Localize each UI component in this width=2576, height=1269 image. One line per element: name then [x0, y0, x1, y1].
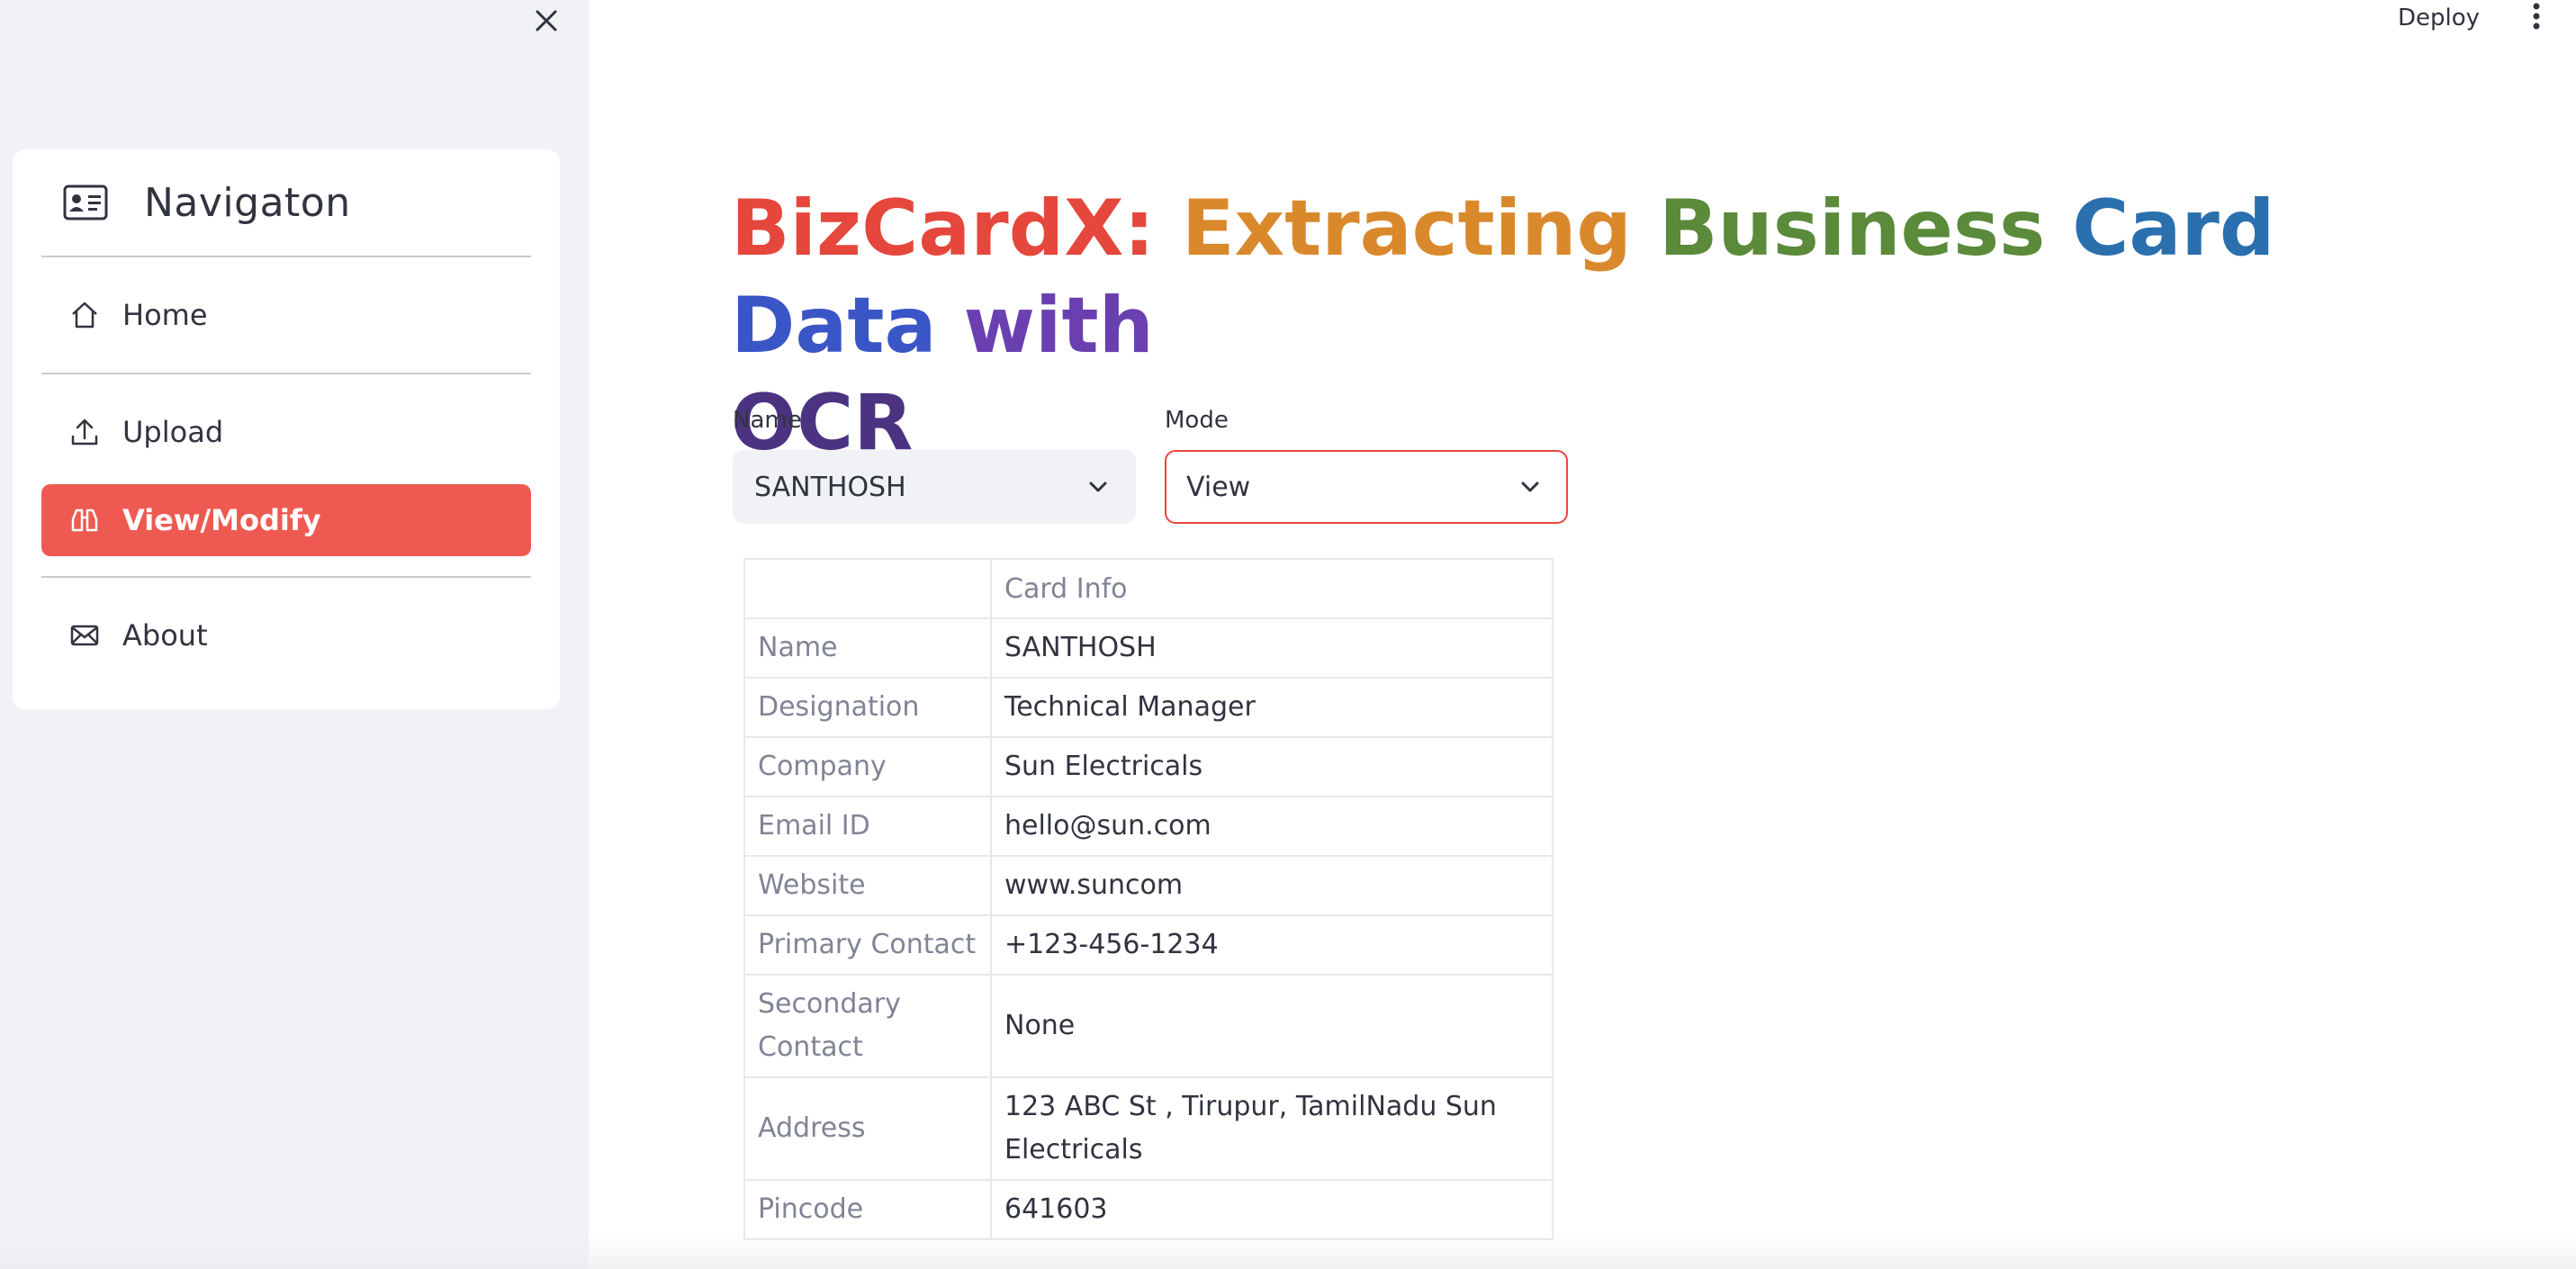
table-row: Website www.suncom [743, 855, 1554, 916]
name-select[interactable]: SANTHOSH [733, 450, 1136, 524]
table-row: Company Sun Electricals [743, 736, 1554, 797]
title-part: BizCardX: [731, 184, 1155, 274]
name-select-label: Name [733, 407, 802, 434]
more-vertical-icon [2533, 3, 2540, 30]
row-key: Name [743, 617, 992, 679]
table-row: Pincode 641603 [743, 1179, 1554, 1240]
title-part: Data [731, 281, 937, 371]
nav-title: Navigaton [144, 179, 351, 226]
chevron-down-icon [1089, 482, 1107, 492]
row-value: None [990, 974, 1554, 1078]
row-key: Website [743, 855, 992, 916]
row-value: 641603 [990, 1179, 1554, 1240]
table-row: Name SANTHOSH [743, 617, 1554, 679]
id-card-icon [63, 184, 108, 220]
row-value: Sun Electricals [990, 736, 1554, 797]
card-info-table: Card Info Name SANTHOSH Designation Tech… [743, 558, 1554, 1240]
page-title: BizCardX: Extracting Business Card Data … [731, 180, 2351, 472]
row-value: hello@sun.com [990, 796, 1554, 857]
envelope-icon [67, 617, 103, 653]
title-part: with [963, 281, 1154, 371]
row-key: Primary Contact [743, 914, 992, 976]
navigation-menu: Navigaton Home Upload View/Modify About [13, 149, 560, 709]
table-row: Email ID hello@sun.com [743, 796, 1554, 857]
row-key: Designation [743, 677, 992, 738]
close-icon [536, 10, 557, 32]
close-sidebar-button[interactable] [529, 4, 563, 38]
table-row: Designation Technical Manager [743, 677, 1554, 738]
nav-item-view-modify[interactable]: View/Modify [41, 484, 531, 556]
table-row: Primary Contact +123-456-1234 [743, 914, 1554, 976]
nav-item-label: View/Modify [122, 503, 321, 537]
binoculars-icon [67, 502, 103, 538]
row-value: SANTHOSH [990, 617, 1554, 679]
name-select-value: SANTHOSH [754, 471, 906, 503]
row-value: Technical Manager [990, 677, 1554, 738]
row-key: Company [743, 736, 992, 797]
title-part: Card [2072, 184, 2275, 274]
row-key: Address [743, 1076, 992, 1181]
sidebar: Navigaton Home Upload View/Modify About [0, 0, 589, 1269]
mode-select-value: View [1186, 471, 1251, 503]
nav-item-label: Upload [122, 415, 224, 449]
nav-item-upload[interactable]: Upload [41, 396, 531, 468]
table-row: Secondary Contact None [743, 974, 1554, 1078]
nav-divider [41, 373, 531, 374]
app-root: Navigaton Home Upload View/Modify About … [0, 0, 2576, 1269]
row-value: +123-456-1234 [990, 914, 1554, 976]
table-header-row: Card Info [743, 558, 1554, 619]
nav-item-home[interactable]: Home [41, 279, 531, 351]
mode-select-label: Mode [1165, 407, 1229, 434]
table-corner-cell [743, 558, 992, 619]
column-header: Card Info [990, 558, 1554, 619]
row-key: Email ID [743, 796, 992, 857]
home-icon [67, 297, 103, 333]
nav-item-label: About [122, 618, 208, 652]
nav-divider [41, 576, 531, 578]
row-key: Secondary Contact [743, 974, 992, 1078]
nav-item-about[interactable]: About [41, 599, 531, 671]
mode-select[interactable]: View [1165, 450, 1568, 524]
row-value: 123 ABC St , Tirupur, TamilNadu Sun Elec… [990, 1076, 1554, 1181]
row-key: Pincode [743, 1179, 992, 1240]
upload-icon [67, 414, 103, 450]
chevron-down-icon [1521, 482, 1539, 492]
table-row: Address 123 ABC St , Tirupur, TamilNadu … [743, 1076, 1554, 1181]
deploy-button[interactable]: Deploy [2398, 0, 2480, 36]
nav-header: Navigaton [41, 149, 531, 257]
main-menu-button[interactable] [2520, 0, 2553, 32]
bottom-fade [0, 1233, 2576, 1269]
nav-item-label: Home [122, 298, 208, 332]
title-part: Business [1658, 184, 2046, 274]
row-value: www.suncom [990, 855, 1554, 916]
title-part: Extracting [1181, 184, 1632, 274]
